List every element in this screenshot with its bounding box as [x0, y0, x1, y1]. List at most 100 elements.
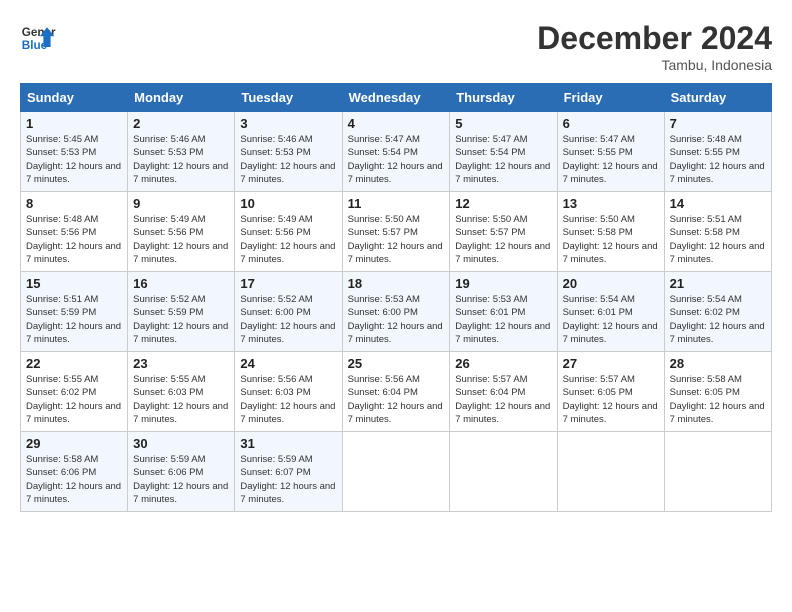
- day-number: 2: [133, 116, 229, 131]
- calendar-cell: 15 Sunrise: 5:51 AMSunset: 5:59 PMDayligh…: [21, 272, 128, 352]
- day-number: 25: [348, 356, 445, 371]
- weekday-header: Tuesday: [235, 84, 342, 112]
- day-info: Sunrise: 5:55 AMSunset: 6:02 PMDaylight:…: [26, 373, 122, 426]
- calendar-table: SundayMondayTuesdayWednesdayThursdayFrid…: [20, 83, 772, 512]
- calendar-cell: 30 Sunrise: 5:59 AMSunset: 6:06 PMDayligh…: [128, 432, 235, 512]
- day-number: 31: [240, 436, 336, 451]
- day-number: 16: [133, 276, 229, 291]
- day-info: Sunrise: 5:45 AMSunset: 5:53 PMDaylight:…: [26, 133, 122, 186]
- day-info: Sunrise: 5:53 AMSunset: 6:01 PMDaylight:…: [455, 293, 551, 346]
- day-number: 21: [670, 276, 766, 291]
- calendar-cell: 21 Sunrise: 5:54 AMSunset: 6:02 PMDayligh…: [664, 272, 771, 352]
- page-header: General Blue December 2024 Tambu, Indone…: [20, 20, 772, 73]
- calendar-week-row: 8 Sunrise: 5:48 AMSunset: 5:56 PMDaylight…: [21, 192, 772, 272]
- day-number: 23: [133, 356, 229, 371]
- day-info: Sunrise: 5:47 AMSunset: 5:54 PMDaylight:…: [455, 133, 551, 186]
- day-number: 14: [670, 196, 766, 211]
- day-number: 19: [455, 276, 551, 291]
- calendar-cell: 7 Sunrise: 5:48 AMSunset: 5:55 PMDaylight…: [664, 112, 771, 192]
- day-info: Sunrise: 5:51 AMSunset: 5:58 PMDaylight:…: [670, 213, 766, 266]
- calendar-cell: 16 Sunrise: 5:52 AMSunset: 5:59 PMDayligh…: [128, 272, 235, 352]
- day-number: 7: [670, 116, 766, 131]
- weekday-header: Friday: [557, 84, 664, 112]
- calendar-cell: 13Sunrise: 5:50 AMSunset: 5:58 PMDayligh…: [557, 192, 664, 272]
- day-number: 6: [563, 116, 659, 131]
- calendar-cell: 1Sunrise: 5:45 AMSunset: 5:53 PMDaylight…: [21, 112, 128, 192]
- calendar-cell: 17 Sunrise: 5:52 AMSunset: 6:00 PMDayligh…: [235, 272, 342, 352]
- day-number: 15: [26, 276, 122, 291]
- calendar-cell: 27 Sunrise: 5:57 AMSunset: 6:05 PMDayligh…: [557, 352, 664, 432]
- calendar-cell: 28 Sunrise: 5:58 AMSunset: 6:05 PMDayligh…: [664, 352, 771, 432]
- day-info: Sunrise: 5:54 AMSunset: 6:02 PMDaylight:…: [670, 293, 766, 346]
- day-number: 18: [348, 276, 445, 291]
- day-info: Sunrise: 5:53 AMSunset: 6:00 PMDaylight:…: [348, 293, 445, 346]
- calendar-cell: 24 Sunrise: 5:56 AMSunset: 6:03 PMDayligh…: [235, 352, 342, 432]
- day-info: Sunrise: 5:50 AMSunset: 5:57 PMDaylight:…: [455, 213, 551, 266]
- weekday-header: Monday: [128, 84, 235, 112]
- day-info: Sunrise: 5:49 AMSunset: 5:56 PMDaylight:…: [133, 213, 229, 266]
- day-info: Sunrise: 5:48 AMSunset: 5:56 PMDaylight:…: [26, 213, 122, 266]
- day-number: 5: [455, 116, 551, 131]
- day-info: Sunrise: 5:58 AMSunset: 6:06 PMDaylight:…: [26, 453, 122, 506]
- calendar-cell: [557, 432, 664, 512]
- month-title: December 2024: [537, 20, 772, 57]
- day-info: Sunrise: 5:52 AMSunset: 5:59 PMDaylight:…: [133, 293, 229, 346]
- day-info: Sunrise: 5:50 AMSunset: 5:57 PMDaylight:…: [348, 213, 445, 266]
- logo-icon: General Blue: [20, 20, 56, 56]
- calendar-cell: 25 Sunrise: 5:56 AMSunset: 6:04 PMDayligh…: [342, 352, 450, 432]
- header-row: SundayMondayTuesdayWednesdayThursdayFrid…: [21, 84, 772, 112]
- calendar-cell: 23 Sunrise: 5:55 AMSunset: 6:03 PMDayligh…: [128, 352, 235, 432]
- calendar-cell: 6 Sunrise: 5:47 AMSunset: 5:55 PMDaylight…: [557, 112, 664, 192]
- day-number: 3: [240, 116, 336, 131]
- weekday-header: Wednesday: [342, 84, 450, 112]
- day-info: Sunrise: 5:48 AMSunset: 5:55 PMDaylight:…: [670, 133, 766, 186]
- day-info: Sunrise: 5:51 AMSunset: 5:59 PMDaylight:…: [26, 293, 122, 346]
- calendar-cell: 26Sunrise: 5:57 AMSunset: 6:04 PMDayligh…: [450, 352, 557, 432]
- calendar-week-row: 29Sunrise: 5:58 AMSunset: 6:06 PMDayligh…: [21, 432, 772, 512]
- day-number: 8: [26, 196, 122, 211]
- calendar-cell: [450, 432, 557, 512]
- day-number: 10: [240, 196, 336, 211]
- calendar-cell: 31Sunrise: 5:59 AMSunset: 6:07 PMDayligh…: [235, 432, 342, 512]
- calendar-cell: 29Sunrise: 5:58 AMSunset: 6:06 PMDayligh…: [21, 432, 128, 512]
- weekday-header: Sunday: [21, 84, 128, 112]
- day-info: Sunrise: 5:57 AMSunset: 6:05 PMDaylight:…: [563, 373, 659, 426]
- calendar-cell: 22 Sunrise: 5:55 AMSunset: 6:02 PMDayligh…: [21, 352, 128, 432]
- day-number: 22: [26, 356, 122, 371]
- calendar-cell: 19 Sunrise: 5:53 AMSunset: 6:01 PMDayligh…: [450, 272, 557, 352]
- day-info: Sunrise: 5:46 AMSunset: 5:53 PMDaylight:…: [240, 133, 336, 186]
- title-block: December 2024 Tambu, Indonesia: [537, 20, 772, 73]
- day-number: 13: [563, 196, 659, 211]
- day-info: Sunrise: 5:47 AMSunset: 5:55 PMDaylight:…: [563, 133, 659, 186]
- calendar-cell: 9 Sunrise: 5:49 AMSunset: 5:56 PMDaylight…: [128, 192, 235, 272]
- day-info: Sunrise: 5:49 AMSunset: 5:56 PMDaylight:…: [240, 213, 336, 266]
- calendar-cell: 2 Sunrise: 5:46 AMSunset: 5:53 PMDaylight…: [128, 112, 235, 192]
- calendar-cell: [664, 432, 771, 512]
- day-number: 28: [670, 356, 766, 371]
- day-number: 30: [133, 436, 229, 451]
- day-number: 17: [240, 276, 336, 291]
- day-info: Sunrise: 5:52 AMSunset: 6:00 PMDaylight:…: [240, 293, 336, 346]
- calendar-cell: 18 Sunrise: 5:53 AMSunset: 6:00 PMDayligh…: [342, 272, 450, 352]
- day-number: 9: [133, 196, 229, 211]
- day-info: Sunrise: 5:56 AMSunset: 6:04 PMDaylight:…: [348, 373, 445, 426]
- calendar-cell: 10 Sunrise: 5:49 AMSunset: 5:56 PMDayligh…: [235, 192, 342, 272]
- calendar-cell: 11Sunrise: 5:50 AMSunset: 5:57 PMDayligh…: [342, 192, 450, 272]
- location: Tambu, Indonesia: [537, 57, 772, 73]
- day-info: Sunrise: 5:56 AMSunset: 6:03 PMDaylight:…: [240, 373, 336, 426]
- day-info: Sunrise: 5:55 AMSunset: 6:03 PMDaylight:…: [133, 373, 229, 426]
- weekday-header: Saturday: [664, 84, 771, 112]
- calendar-week-row: 1Sunrise: 5:45 AMSunset: 5:53 PMDaylight…: [21, 112, 772, 192]
- calendar-cell: [342, 432, 450, 512]
- day-info: Sunrise: 5:46 AMSunset: 5:53 PMDaylight:…: [133, 133, 229, 186]
- day-number: 12: [455, 196, 551, 211]
- day-number: 20: [563, 276, 659, 291]
- day-number: 24: [240, 356, 336, 371]
- day-info: Sunrise: 5:59 AMSunset: 6:06 PMDaylight:…: [133, 453, 229, 506]
- logo: General Blue: [20, 20, 56, 56]
- day-info: Sunrise: 5:58 AMSunset: 6:05 PMDaylight:…: [670, 373, 766, 426]
- day-number: 27: [563, 356, 659, 371]
- weekday-header: Thursday: [450, 84, 557, 112]
- calendar-cell: 14 Sunrise: 5:51 AMSunset: 5:58 PMDayligh…: [664, 192, 771, 272]
- calendar-cell: 20Sunrise: 5:54 AMSunset: 6:01 PMDayligh…: [557, 272, 664, 352]
